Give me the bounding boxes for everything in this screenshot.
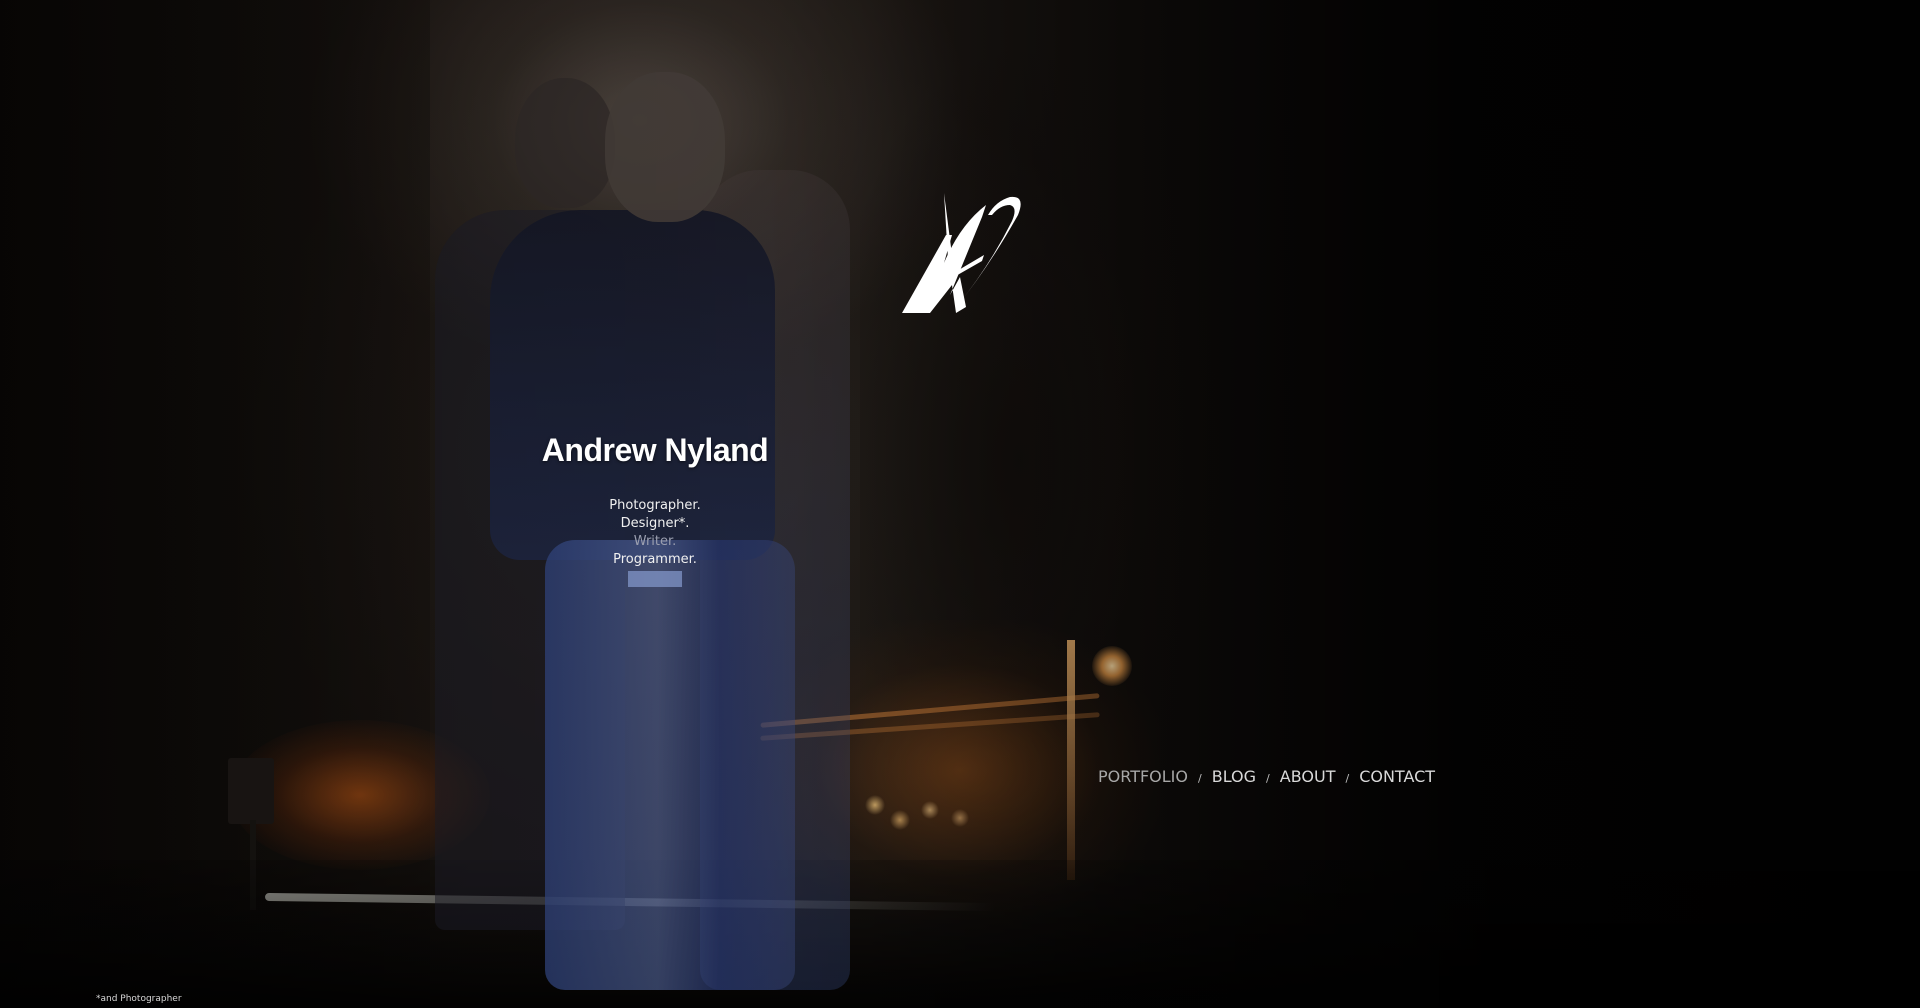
nav-link-portfolio[interactable]: PORTFOLIO xyxy=(1098,767,1188,786)
nav-separator: / xyxy=(1198,771,1202,785)
background-scrim xyxy=(0,0,1920,1008)
landing-page: Andrew Nyland Photographer. Designer*. W… xyxy=(0,0,1920,1008)
role-photographer: Photographer. xyxy=(609,498,701,513)
nav-link-about[interactable]: ABOUT xyxy=(1280,767,1336,786)
role-programmer: Programmer. xyxy=(613,552,697,567)
nav-separator: / xyxy=(1345,771,1350,785)
main-nav: PORTFOLIO / BLOG / ABOUT / CONTACT xyxy=(1098,764,1435,788)
nav-separator: / xyxy=(1266,771,1270,785)
roles-list: Photographer. Designer*. Writer. Program… xyxy=(555,497,755,587)
role-writer: Writer. xyxy=(633,534,677,549)
an-monogram-logo-icon[interactable] xyxy=(900,185,1025,315)
text-selection-highlight xyxy=(628,571,682,587)
page-title: Andrew Nyland xyxy=(541,432,769,468)
footnote: *and Photographer xyxy=(96,994,182,1004)
nav-link-blog[interactable]: BLOG xyxy=(1212,767,1256,786)
role-designer: Designer*. xyxy=(620,516,690,531)
nav-link-contact[interactable]: CONTACT xyxy=(1359,767,1435,786)
